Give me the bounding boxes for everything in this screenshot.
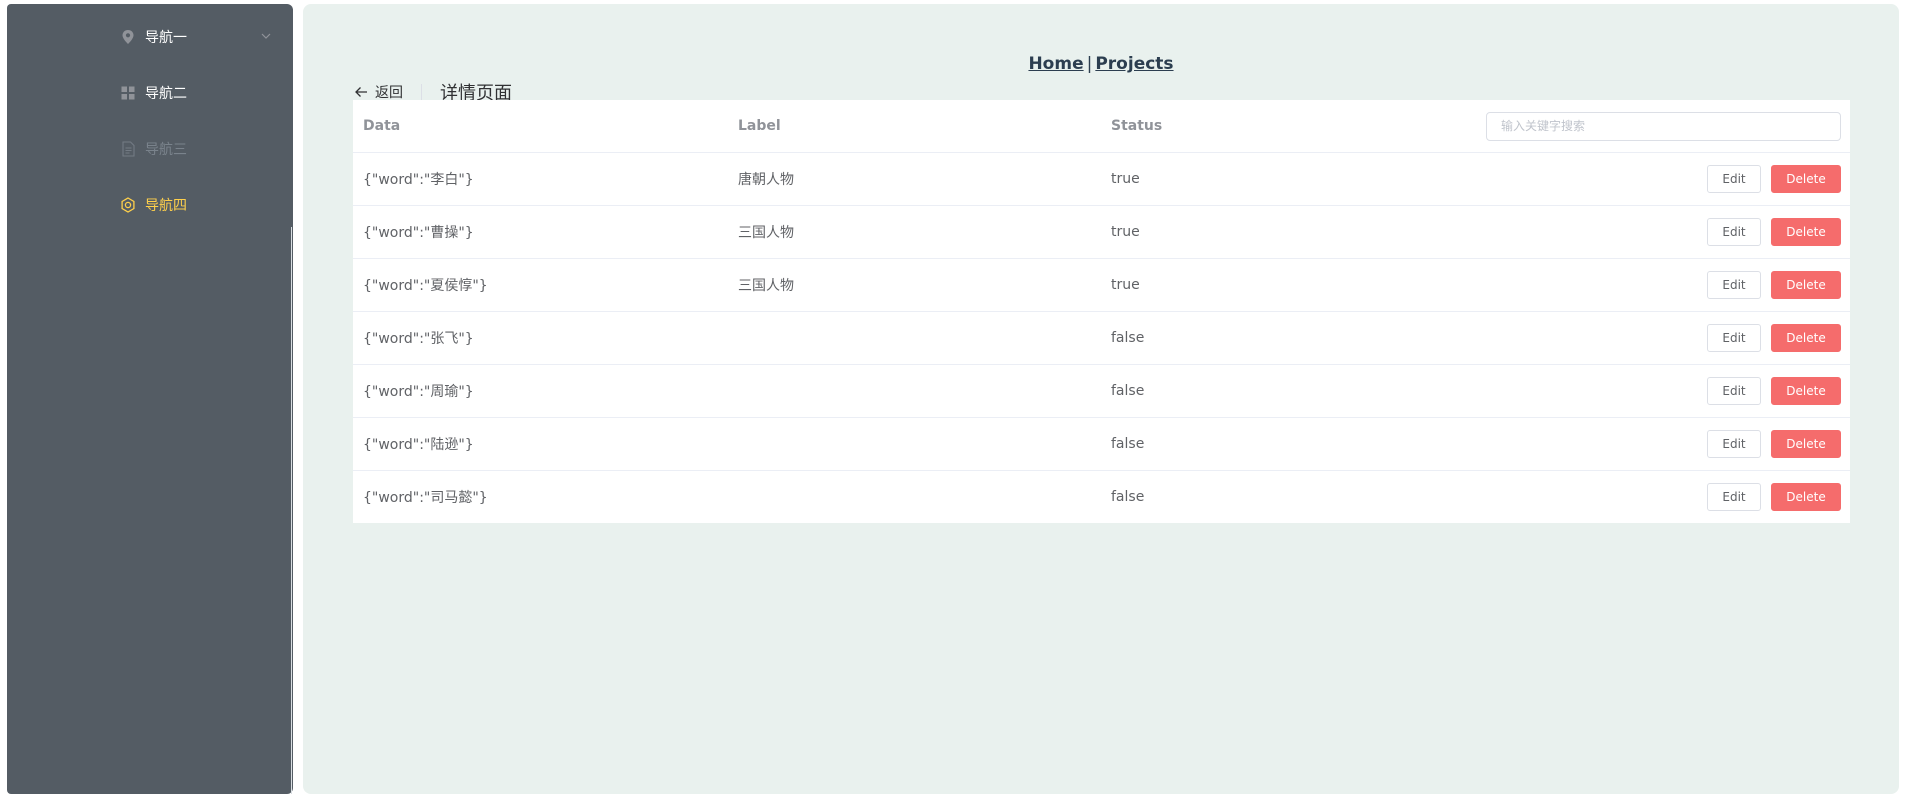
arrow-left-icon xyxy=(353,84,369,100)
table-row: {"word":"陆逊"} false Edit Delete xyxy=(353,418,1850,471)
chevron-down-icon xyxy=(259,29,273,43)
cell-data: {"word":"陆逊"} xyxy=(363,437,474,453)
edit-button[interactable]: Edit xyxy=(1707,377,1761,405)
search-input[interactable] xyxy=(1486,111,1841,141)
delete-button[interactable]: Delete xyxy=(1771,377,1841,405)
cell-label: 三国人物 xyxy=(738,278,794,294)
setting-icon xyxy=(119,196,137,214)
row-actions: Edit Delete xyxy=(1707,259,1841,311)
cell-status: false xyxy=(1111,436,1145,452)
back-label: 返回 xyxy=(375,85,403,101)
main-content: Home | Projects 返回 详情页面 Data Label Status … xyxy=(303,4,1899,794)
cell-data: {"word":"司马懿"} xyxy=(363,490,488,506)
delete-button[interactable]: Delete xyxy=(1771,165,1841,193)
back-button[interactable]: 返回 xyxy=(353,82,403,102)
cell-data: {"word":"夏侯惇"} xyxy=(363,278,488,294)
table-row: {"word":"曹操"} 三国人物 true Edit Delete xyxy=(353,206,1850,259)
sidebar-item-label: 导航四 xyxy=(145,198,187,214)
cell-status: false xyxy=(1111,330,1145,346)
sidebar-item-label: 导航三 xyxy=(145,142,187,158)
row-actions: Edit Delete xyxy=(1707,206,1841,258)
table-row: {"word":"夏侯惇"} 三国人物 true Edit Delete xyxy=(353,259,1850,312)
sidebar-item-nav-4[interactable]: 导航四 xyxy=(7,177,293,233)
table-row: {"word":"周瑜"} false Edit Delete xyxy=(353,365,1850,418)
row-actions: Edit Delete xyxy=(1707,153,1841,205)
cell-data: {"word":"李白"} xyxy=(363,172,474,188)
column-header-status: Status xyxy=(1111,118,1163,134)
sidebar-border xyxy=(291,227,292,794)
table-row: {"word":"张飞"} false Edit Delete xyxy=(353,312,1850,365)
search-cell xyxy=(1486,100,1841,152)
delete-button[interactable]: Delete xyxy=(1771,271,1841,299)
table-header-row: Data Label Status xyxy=(353,100,1850,153)
table-row: {"word":"司马懿"} false Edit Delete xyxy=(353,471,1850,523)
cell-data: {"word":"曹操"} xyxy=(363,225,474,241)
table-row: {"word":"李白"} 唐朝人物 true Edit Delete xyxy=(353,153,1850,206)
projects-link[interactable]: Projects xyxy=(1095,54,1173,74)
column-header-data: Data xyxy=(363,118,401,134)
document-icon xyxy=(119,140,137,158)
sidebar-item-nav-3[interactable]: 导航三 xyxy=(7,121,293,177)
edit-button[interactable]: Edit xyxy=(1707,165,1761,193)
sidebar-item-label: 导航一 xyxy=(145,30,187,46)
top-nav-links: Home | Projects xyxy=(303,54,1899,74)
sidebar-item-nav-2[interactable]: 导航二 xyxy=(7,65,293,121)
cell-status: false xyxy=(1111,383,1145,399)
delete-button[interactable]: Delete xyxy=(1771,218,1841,246)
row-actions: Edit Delete xyxy=(1707,312,1841,364)
delete-button[interactable]: Delete xyxy=(1771,324,1841,352)
row-actions: Edit Delete xyxy=(1707,418,1841,470)
sidebar-item-label: 导航二 xyxy=(145,86,187,102)
edit-button[interactable]: Edit xyxy=(1707,218,1761,246)
column-header-label: Label xyxy=(738,118,781,134)
edit-button[interactable]: Edit xyxy=(1707,271,1761,299)
home-link[interactable]: Home xyxy=(1028,54,1083,74)
delete-button[interactable]: Delete xyxy=(1771,430,1841,458)
edit-button[interactable]: Edit xyxy=(1707,324,1761,352)
cell-data: {"word":"周瑜"} xyxy=(363,384,474,400)
cell-status: true xyxy=(1111,277,1140,293)
menu-grid-icon xyxy=(119,84,137,102)
delete-button[interactable]: Delete xyxy=(1771,483,1841,511)
cell-data: {"word":"张飞"} xyxy=(363,331,474,347)
cell-status: false xyxy=(1111,489,1145,505)
row-actions: Edit Delete xyxy=(1707,365,1841,417)
cell-status: true xyxy=(1111,224,1140,240)
cell-label: 三国人物 xyxy=(738,225,794,241)
data-table: Data Label Status {"word":"李白"} 唐朝人物 tru… xyxy=(353,100,1850,523)
link-separator: | xyxy=(1086,54,1093,74)
edit-button[interactable]: Edit xyxy=(1707,430,1761,458)
sidebar-item-nav-1[interactable]: 导航一 xyxy=(7,9,293,65)
edit-button[interactable]: Edit xyxy=(1707,483,1761,511)
cell-status: true xyxy=(1111,171,1140,187)
cell-label: 唐朝人物 xyxy=(738,172,794,188)
sidebar-menu: 导航一 导航二 导航三 导航四 xyxy=(7,4,293,794)
row-actions: Edit Delete xyxy=(1707,471,1841,523)
location-icon xyxy=(119,28,137,46)
header-divider xyxy=(421,84,422,100)
